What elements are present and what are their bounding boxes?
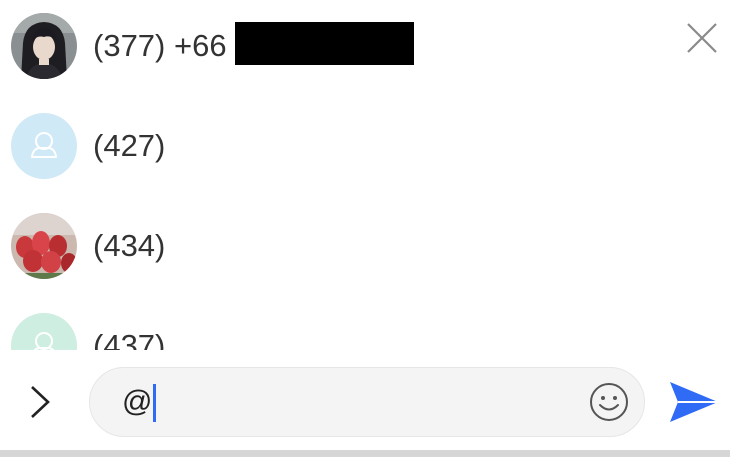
- default-person-icon: [31, 132, 57, 158]
- contact-name: (437): [93, 328, 166, 350]
- contact-name: (427): [93, 128, 166, 163]
- input-value: @: [122, 385, 153, 418]
- close-icon[interactable]: [684, 20, 720, 56]
- default-person-icon: [33, 332, 55, 350]
- avatar: [11, 313, 77, 350]
- mention-list: (377) +66 (427) (434) (437): [0, 0, 730, 350]
- message-input[interactable]: @: [89, 367, 645, 437]
- list-item[interactable]: (437): [0, 300, 730, 350]
- avatar: [11, 213, 77, 279]
- list-item[interactable]: (427): [0, 100, 730, 200]
- avatar: [11, 113, 77, 179]
- text-caret: [153, 384, 157, 423]
- smiley-icon[interactable]: [588, 381, 630, 423]
- send-icon[interactable]: [668, 378, 720, 426]
- list-item[interactable]: (377) +66: [0, 0, 730, 100]
- avatar: [11, 13, 77, 79]
- tulips-photo-icon: [11, 213, 77, 279]
- bottom-divider: [0, 450, 730, 457]
- redaction-block: [235, 22, 414, 65]
- chevron-right-icon[interactable]: [26, 384, 56, 420]
- list-item[interactable]: (434): [0, 200, 730, 300]
- anime-character-avatar-icon: [11, 13, 77, 79]
- message-input-text[interactable]: @: [122, 382, 157, 423]
- contact-name: (377) +66: [93, 28, 227, 63]
- contact-name: (434): [93, 228, 166, 263]
